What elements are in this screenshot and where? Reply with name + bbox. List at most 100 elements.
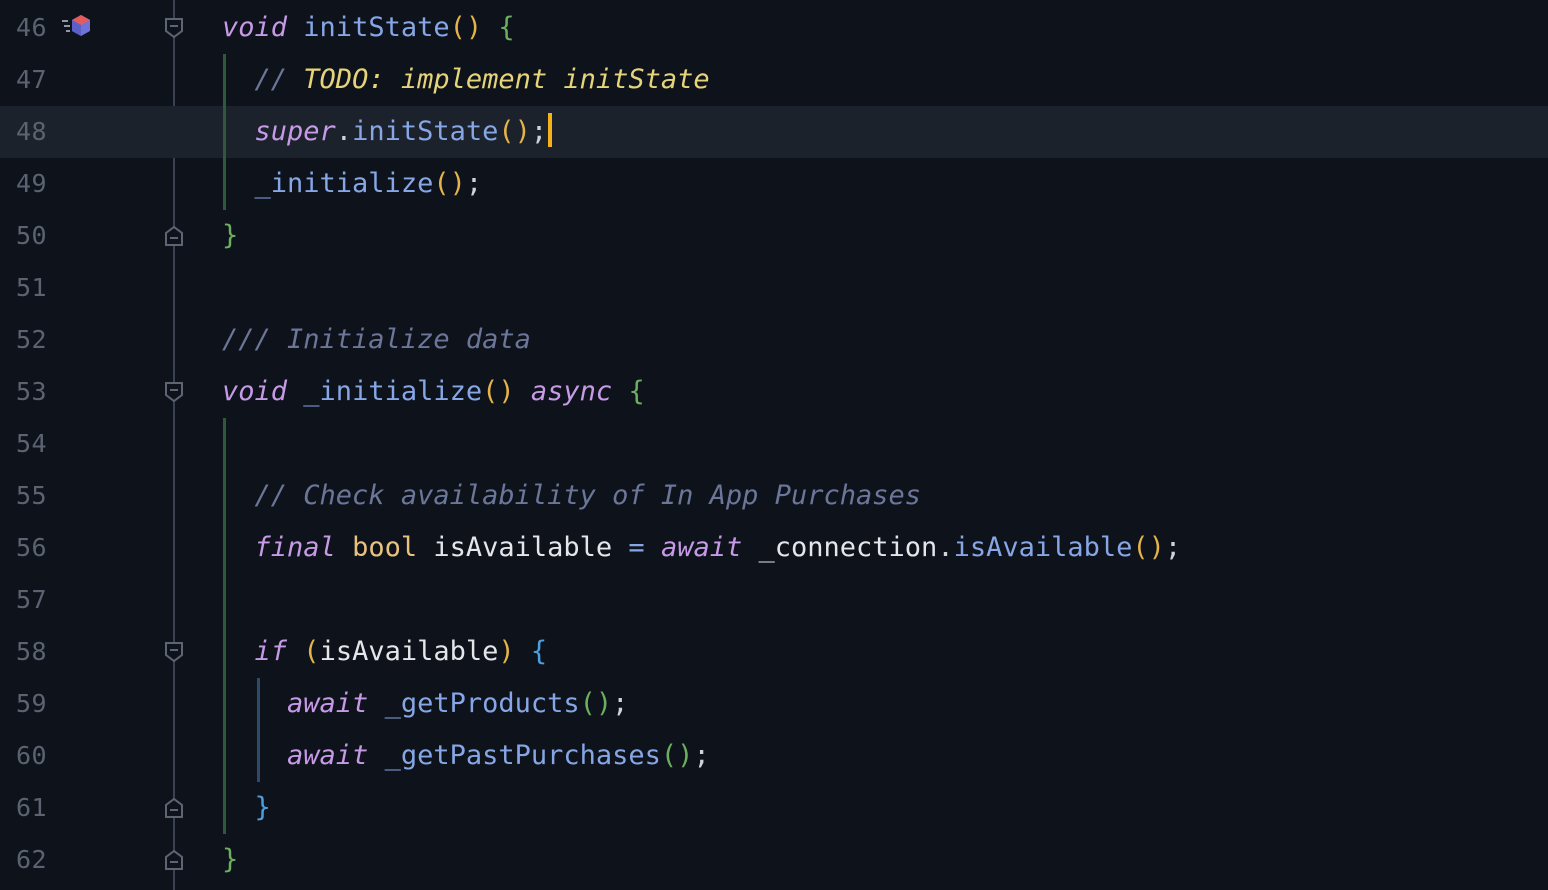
code-token: super xyxy=(254,116,336,147)
line-number: 48 xyxy=(16,117,48,146)
code-line[interactable]: 61 } xyxy=(0,782,1548,834)
line-number: 54 xyxy=(16,429,48,458)
fold-open-icon[interactable] xyxy=(164,381,184,403)
code-editor[interactable]: 46 void initState() {47 // TODO: implemen… xyxy=(0,0,1548,890)
code-line[interactable]: 53 void _initialize() async { xyxy=(0,366,1548,418)
fold-close-icon[interactable] xyxy=(164,797,184,819)
line-number: 51 xyxy=(16,273,48,302)
code-line[interactable]: 59 await _getProducts(); xyxy=(0,678,1548,730)
code-token: // Check availability of In App Purchase… xyxy=(254,480,921,511)
line-code[interactable]: // TODO: implement initState xyxy=(222,54,710,106)
code-line[interactable]: 49 _initialize(); xyxy=(0,158,1548,210)
code-token: void xyxy=(222,376,288,407)
line-code[interactable]: /// Initialize data xyxy=(222,314,531,366)
line-number: 62 xyxy=(16,845,48,874)
code-token: isAvailable xyxy=(953,532,1133,563)
text-cursor xyxy=(548,112,553,147)
line-code[interactable]: super.initState(); xyxy=(222,106,553,158)
line-number: 57 xyxy=(16,585,48,614)
line-number: 59 xyxy=(16,689,48,718)
code-token: () xyxy=(579,688,613,719)
line-code[interactable]: } xyxy=(222,782,271,834)
line-code[interactable]: final bool isAvailable = await _connecti… xyxy=(222,522,1182,574)
code-token: ; xyxy=(1164,532,1182,563)
code-token: TODO: implement initState xyxy=(303,64,710,95)
code-token: final xyxy=(254,532,336,563)
fold-close-icon[interactable] xyxy=(164,849,184,871)
override-method-icon[interactable] xyxy=(62,14,92,38)
code-line[interactable]: 47 // TODO: implement initState xyxy=(0,54,1548,106)
code-line[interactable]: 54 xyxy=(0,418,1548,470)
line-number: 50 xyxy=(16,221,48,250)
code-token: initState xyxy=(303,12,450,43)
code-line[interactable]: 48 super.initState(); xyxy=(0,106,1548,158)
code-token: initState xyxy=(352,116,499,147)
code-token: // xyxy=(254,64,304,95)
line-number: 49 xyxy=(16,169,48,198)
line-code[interactable]: } xyxy=(222,210,238,262)
code-line[interactable]: 52 /// Initialize data xyxy=(0,314,1548,366)
code-token: } xyxy=(222,844,239,875)
code-token: ; xyxy=(693,740,710,771)
code-token: () xyxy=(498,116,531,147)
fold-close-icon[interactable] xyxy=(164,225,184,247)
line-code[interactable]: _initialize(); xyxy=(222,158,483,210)
line-number: 61 xyxy=(16,793,48,822)
code-token: } xyxy=(254,792,271,823)
line-code[interactable]: void _initialize() async { xyxy=(222,366,645,418)
code-token: } xyxy=(222,220,239,251)
line-number: 60 xyxy=(16,741,48,770)
code-token: ; xyxy=(465,168,483,199)
code-line[interactable]: 62} xyxy=(0,834,1548,886)
code-line[interactable]: 46 void initState() { xyxy=(0,2,1548,54)
fold-open-icon[interactable] xyxy=(164,17,184,39)
code-line[interactable]: 60 await _getPastPurchases(); xyxy=(0,730,1548,782)
code-line[interactable]: 55 // Check availability of In App Purch… xyxy=(0,470,1548,522)
code-token: () xyxy=(482,376,515,407)
code-token: () xyxy=(449,12,483,43)
line-code[interactable]: await _getProducts(); xyxy=(222,678,628,730)
code-token: /// Initialize data xyxy=(222,324,531,355)
code-line[interactable]: 57 xyxy=(0,574,1548,626)
fold-open-icon[interactable] xyxy=(164,641,184,663)
line-number: 58 xyxy=(16,637,48,666)
line-code[interactable]: if (isAvailable) { xyxy=(222,626,548,678)
line-code[interactable]: void initState() { xyxy=(222,2,515,54)
line-code[interactable]: await _getPastPurchases(); xyxy=(222,730,710,782)
code-token: _connection xyxy=(742,532,938,563)
code-token: ( xyxy=(303,636,320,667)
code-line[interactable]: 51 xyxy=(0,262,1548,314)
code-token: ) xyxy=(498,636,515,667)
code-token: { xyxy=(498,12,515,43)
indent-guide xyxy=(223,418,226,834)
code-token: . xyxy=(335,116,353,147)
code-token: isAvailable xyxy=(319,636,499,667)
code-line[interactable]: 58 if (isAvailable) { xyxy=(0,626,1548,678)
code-token: ; xyxy=(612,688,629,719)
code-token: async xyxy=(530,376,613,407)
line-code[interactable]: } xyxy=(222,834,238,886)
line-number: 56 xyxy=(16,533,48,562)
code-line[interactable]: 50} xyxy=(0,210,1548,262)
code-token: { xyxy=(628,376,645,407)
code-token: await xyxy=(660,532,743,563)
line-code[interactable]: // Check availability of In App Purchase… xyxy=(222,470,921,522)
code-token: if xyxy=(254,636,288,667)
line-number: 55 xyxy=(16,481,48,510)
code-line[interactable]: 56 final bool isAvailable = await _conne… xyxy=(0,522,1548,574)
